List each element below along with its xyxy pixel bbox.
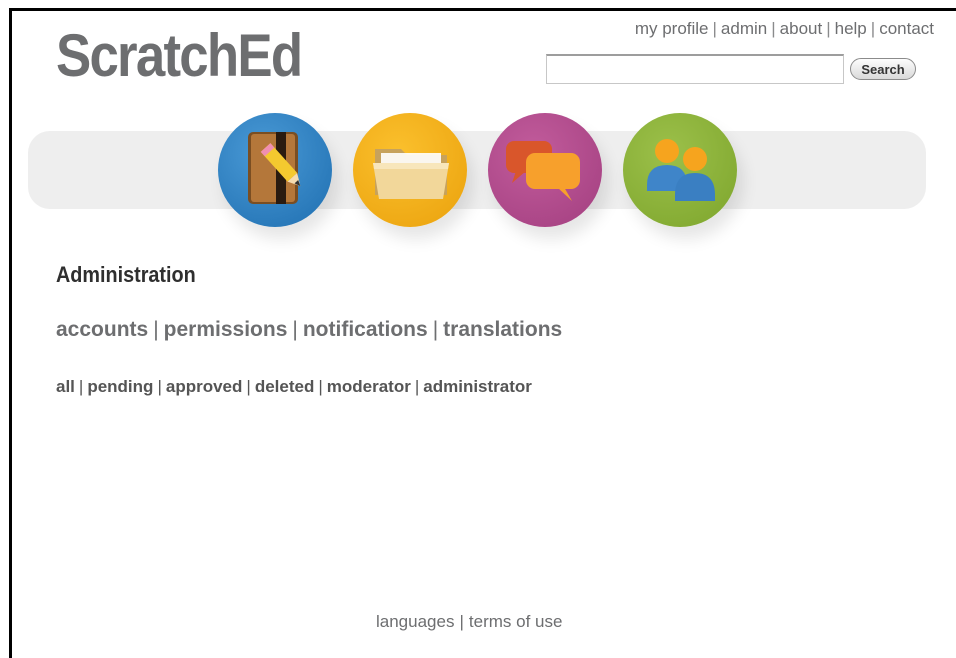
search-button[interactable]: Search <box>850 58 916 80</box>
search-input[interactable] <box>546 54 844 84</box>
separator: | <box>318 377 323 396</box>
tab-translations[interactable]: translations <box>443 318 562 341</box>
separator: | <box>826 19 831 38</box>
separator: | <box>157 377 162 396</box>
languages-link[interactable]: languages <box>376 612 454 631</box>
nav-resources-button[interactable] <box>218 113 332 227</box>
filter-administrator[interactable]: administrator <box>423 377 532 396</box>
site-logo[interactable]: ScratchEd <box>56 26 303 86</box>
admin-link[interactable]: admin <box>721 19 767 38</box>
filter-all[interactable]: all <box>56 377 75 396</box>
tab-permissions[interactable]: permissions <box>164 318 288 341</box>
tab-notifications[interactable]: notifications <box>303 318 428 341</box>
separator: | <box>712 19 717 38</box>
separator: | <box>771 19 776 38</box>
people-icon <box>647 139 715 201</box>
filter-pending[interactable]: pending <box>87 377 153 396</box>
help-link[interactable]: help <box>835 19 867 38</box>
footer: languages | terms of use <box>376 612 562 632</box>
separator: | <box>459 612 464 631</box>
notebook-pencil-icon <box>248 132 301 204</box>
tab-accounts[interactable]: accounts <box>56 318 148 341</box>
contact-link[interactable]: contact <box>879 19 934 38</box>
nav-discussions-button[interactable] <box>488 113 602 227</box>
filter-moderator[interactable]: moderator <box>327 377 411 396</box>
separator: | <box>414 377 420 396</box>
separator: | <box>292 318 298 341</box>
page-title: Administration <box>56 262 196 287</box>
about-link[interactable]: about <box>780 19 823 38</box>
separator: | <box>246 377 251 396</box>
nav-stories-button[interactable] <box>353 113 467 227</box>
my-profile-link[interactable]: my profile <box>635 19 709 38</box>
terms-of-use-link[interactable]: terms of use <box>469 612 563 631</box>
top-links: my profile | admin | about | help | contact <box>635 19 934 39</box>
speech-bubbles-icon <box>506 141 580 201</box>
folder-icon <box>373 149 449 199</box>
filter-deleted[interactable]: deleted <box>255 377 315 396</box>
separator: | <box>78 377 84 396</box>
separator: | <box>870 19 876 38</box>
account-filters: all | pending | approved | deleted | moderator | a… <box>56 377 532 397</box>
nav-bar <box>28 131 926 209</box>
nav-members-button[interactable] <box>623 113 737 227</box>
filter-approved[interactable]: approved <box>166 377 243 396</box>
separator: | <box>432 318 439 341</box>
admin-tabs: accounts | permissions | notifications | trans… <box>56 318 562 342</box>
separator: | <box>153 318 159 341</box>
